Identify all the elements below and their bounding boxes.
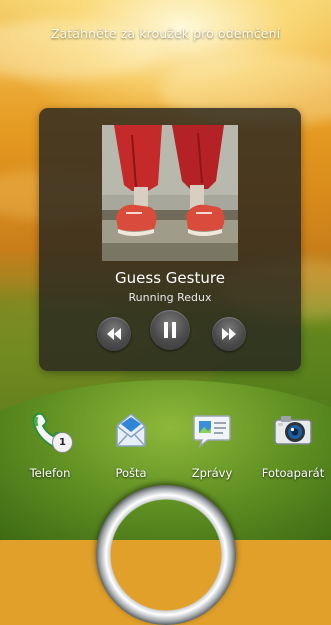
dock-label-posta: Pošta bbox=[115, 466, 147, 480]
unlock-hint-text: Zatáhněte za kroužek pro odemčení bbox=[50, 26, 281, 41]
next-track-button[interactable] bbox=[212, 317, 246, 351]
dock-item-zpravy[interactable]: Zprávy bbox=[172, 408, 252, 480]
dock-label-fotoaparat: Fotoaparát bbox=[261, 466, 325, 480]
track-artist: Running Redux bbox=[128, 291, 212, 304]
dock-label-telefon: Telefon bbox=[29, 466, 71, 480]
music-player-widget: Guess Gesture Running Redux bbox=[39, 108, 301, 371]
previous-track-button[interactable] bbox=[97, 317, 131, 351]
fast-forward-icon bbox=[222, 328, 236, 340]
unlock-ring[interactable] bbox=[96, 485, 236, 625]
dock-item-posta[interactable]: Pošta bbox=[91, 408, 171, 480]
messages-icon bbox=[190, 408, 234, 452]
missed-call-badge: 1 bbox=[52, 432, 73, 453]
dock-item-fotoaparat[interactable]: Fotoaparát bbox=[253, 408, 331, 480]
album-art bbox=[102, 125, 238, 261]
dock-item-telefon[interactable]: 1 Telefon bbox=[10, 408, 90, 480]
play-pause-button[interactable] bbox=[150, 310, 190, 350]
rewind-icon bbox=[107, 328, 121, 340]
pause-icon bbox=[164, 322, 176, 338]
track-title: Guess Gesture bbox=[115, 269, 225, 287]
mail-icon bbox=[109, 408, 153, 452]
phone-icon: 1 bbox=[28, 408, 73, 453]
dock-label-zpravy: Zprávy bbox=[191, 466, 233, 480]
camera-icon bbox=[271, 408, 315, 452]
